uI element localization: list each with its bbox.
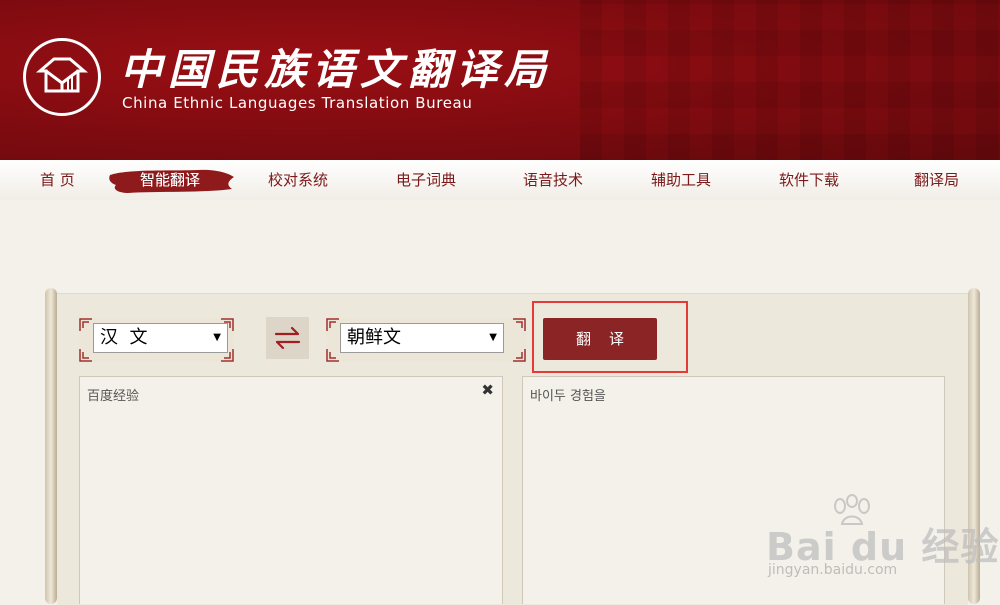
nav-item-download[interactable]: 软件下载 xyxy=(779,160,839,200)
site-title-english: China Ethnic Languages Translation Burea… xyxy=(122,94,473,112)
nav-item-dictionary[interactable]: 电子词典 xyxy=(396,160,456,200)
dropdown-caret-icon: ▼ xyxy=(213,332,221,343)
source-text: 百度经验 xyxy=(87,389,140,404)
swap-languages-button[interactable] xyxy=(266,317,309,359)
ornament-corner-icon xyxy=(326,349,339,362)
ornament-corner-icon xyxy=(326,318,339,331)
target-text-area[interactable]: 바이두 경험을 xyxy=(522,376,945,604)
target-text: 바이두 경험을 xyxy=(530,389,606,404)
ornament-corner-icon xyxy=(79,349,92,362)
ornament-corner-icon xyxy=(79,318,92,331)
header-pattern xyxy=(580,0,1000,160)
translate-button[interactable]: 翻译 xyxy=(543,318,657,360)
nav-item-speech[interactable]: 语音技术 xyxy=(523,160,583,200)
nav-item-home[interactable]: 首 页 xyxy=(40,160,75,200)
target-language-value: 朝鲜文 xyxy=(347,327,401,348)
clear-icon[interactable]: ✖ xyxy=(481,381,494,399)
nav-item-bureau[interactable]: 翻译局 xyxy=(914,160,959,200)
logo-icon[interactable] xyxy=(23,38,101,116)
nav-item-proofreading[interactable]: 校对系统 xyxy=(268,160,328,200)
nav-item-smart-translate-label[interactable]: 智能翻译 xyxy=(140,160,200,200)
scroll-rod-right xyxy=(968,288,980,604)
source-text-area[interactable]: 百度经验 ✖ xyxy=(79,376,503,604)
source-language-value: 汉 文 xyxy=(100,327,148,348)
ornament-corner-icon xyxy=(513,349,526,362)
site-title-chinese: 中国民族语文翻译局 xyxy=(120,45,553,94)
dropdown-caret-icon: ▼ xyxy=(489,332,497,343)
target-language-select[interactable]: 朝鲜文 ▼ xyxy=(340,323,504,353)
nav-item-tools[interactable]: 辅助工具 xyxy=(651,160,711,200)
scroll-rod-left xyxy=(45,288,57,604)
ornament-corner-icon xyxy=(513,318,526,331)
swap-arrows-icon xyxy=(274,326,301,350)
site-header: 中国民族语文翻译局 China Ethnic Languages Transla… xyxy=(0,0,1000,160)
source-language-select[interactable]: 汉 文 ▼ xyxy=(93,323,228,353)
